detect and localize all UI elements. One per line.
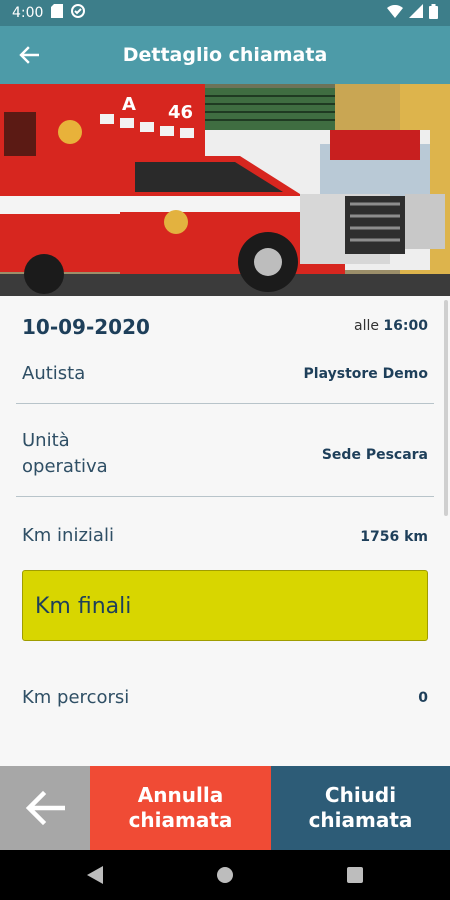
scrollbar[interactable] [444, 300, 448, 516]
nav-back-button[interactable] [85, 865, 105, 885]
km-start-label: Km iniziali [22, 525, 114, 546]
wifi-icon [387, 4, 403, 22]
close-call-button[interactable]: Chiudi chiamata [271, 766, 450, 850]
nav-home-icon [217, 867, 233, 883]
signal-icon [409, 4, 423, 22]
app-bar: Dettaglio chiamata [0, 26, 450, 84]
hero-image: A 46 [0, 84, 450, 296]
km-start-value: 1756 km [360, 529, 428, 545]
ambulance-illustration: A 46 [0, 84, 450, 296]
battery-icon [429, 3, 438, 23]
unit-marking-a: A [122, 94, 136, 115]
nav-recents-button[interactable] [345, 865, 365, 885]
sync-icon [71, 4, 86, 22]
nav-recents-icon [347, 867, 363, 883]
nav-back-icon [87, 866, 103, 884]
call-time-value: 16:00 [383, 318, 428, 334]
km-traveled-value: 0 [418, 690, 428, 706]
cancel-call-label-line1: Annulla [137, 783, 224, 807]
km-traveled-label: Km percorsi [22, 687, 130, 708]
call-date: 10-09-2020 [22, 315, 150, 339]
status-bar: 4:00 [0, 0, 450, 26]
unit-label-line1: Unità [22, 430, 70, 451]
cancel-call-button[interactable]: Annulla chiamata [90, 766, 271, 850]
close-call-label-line1: Chiudi [324, 783, 397, 807]
unit-label-line2: operativa [22, 456, 108, 477]
clock: 4:00 [12, 5, 44, 21]
unit-marking-46: 46 [168, 102, 193, 123]
bottom-action-bar: Annulla chiamata Chiudi chiamata [0, 766, 450, 850]
page-title: Dettaglio chiamata [122, 44, 328, 66]
divider [16, 496, 434, 497]
sd-card-icon [51, 4, 64, 22]
system-nav-bar [0, 850, 450, 900]
driver-label: Autista [22, 363, 86, 384]
back-action-button[interactable] [0, 766, 90, 850]
call-time-prefix: alle [353, 318, 379, 334]
arrow-back-icon [25, 790, 65, 826]
km-end-input[interactable]: Km finali [22, 570, 428, 641]
nav-home-button[interactable] [215, 865, 235, 885]
cancel-call-label-line2: chiamata [128, 808, 233, 832]
divider [16, 403, 434, 404]
driver-value: Playstore Demo [303, 366, 428, 382]
close-call-label-line2: chiamata [308, 808, 413, 832]
call-time: alle 16:00 [354, 318, 428, 334]
unit-value: Sede Pescara [321, 447, 428, 463]
